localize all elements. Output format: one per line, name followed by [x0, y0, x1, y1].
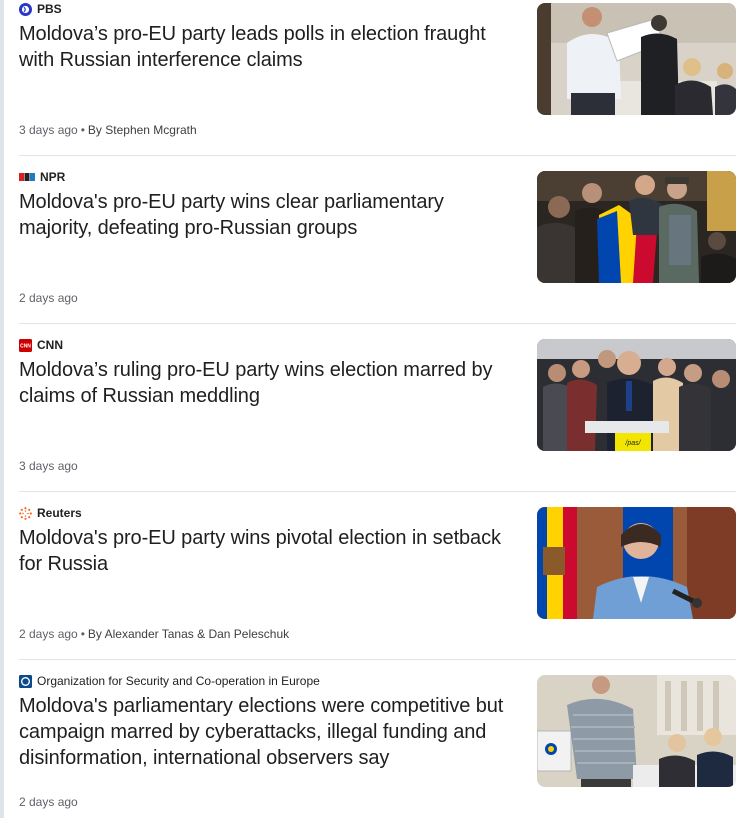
source-name[interactable]: NPR — [40, 170, 65, 184]
thumbnail-president-with-microphones-photo[interactable] — [537, 507, 736, 619]
pbs-logo-icon — [19, 2, 32, 16]
separator-dot: • — [80, 123, 85, 137]
article-meta: 3 days ago — [19, 459, 78, 473]
source-row: PBS — [19, 1, 62, 17]
article-meta: 3 days ago • By Stephen Mcgrath — [19, 123, 197, 137]
source-row: Organization for Security and Co-operati… — [19, 673, 320, 689]
timestamp: 3 days ago — [19, 459, 78, 473]
headline-link[interactable]: Moldova's pro-EU party wins clear parlia… — [19, 189, 519, 241]
npr-logo-icon — [19, 171, 35, 184]
source-name[interactable]: Reuters — [37, 506, 82, 520]
article-card-reuters[interactable]: Reuters Moldova's pro-EU party wins pivo… — [0, 492, 746, 659]
source-row: CNN CNN — [19, 337, 63, 353]
article-meta: 2 days ago — [19, 795, 78, 809]
reuters-logo-icon — [19, 506, 32, 520]
source-name[interactable]: Organization for Security and Co-operati… — [37, 674, 320, 688]
timestamp: 2 days ago — [19, 627, 78, 641]
cnn-logo-icon: CNN — [19, 338, 32, 352]
headline-link[interactable]: Moldova's pro-EU party wins pivotal elec… — [19, 525, 519, 577]
timestamp: 3 days ago — [19, 123, 78, 137]
headline-link[interactable]: Moldova’s pro-EU party leads polls in el… — [19, 21, 519, 73]
thumbnail-speaker-at-podium-photo[interactable]: /pas/ — [537, 339, 736, 451]
osce-logo-icon — [19, 674, 32, 688]
separator-dot: • — [80, 627, 85, 641]
article-card-npr[interactable]: NPR Moldova's pro-EU party wins clear pa… — [0, 156, 746, 323]
article-card-osce[interactable]: Organization for Security and Co-operati… — [0, 660, 746, 818]
source-name[interactable]: CNN — [37, 338, 63, 352]
thumbnail-vote-counting-photo[interactable] — [537, 3, 736, 115]
source-row: Reuters — [19, 505, 82, 521]
thumbnail-supporters-with-flag-photo[interactable] — [537, 171, 736, 283]
article-card-cnn[interactable]: CNN CNN Moldova’s ruling pro-EU party wi… — [0, 324, 746, 491]
timestamp: 2 days ago — [19, 795, 78, 809]
article-card-pbs[interactable]: PBS Moldova’s pro-EU party leads polls i… — [0, 0, 746, 155]
svg-text:/pas/: /pas/ — [624, 440, 641, 447]
source-row: NPR — [19, 169, 65, 185]
thumbnail-polling-station-photo[interactable] — [537, 675, 736, 787]
article-meta: 2 days ago • By Alexander Tanas & Dan Pele… — [19, 627, 289, 641]
news-feed: PBS Moldova’s pro-EU party leads polls i… — [0, 0, 746, 818]
headline-link[interactable]: Moldova's parliamentary elections were c… — [19, 693, 524, 771]
headline-link[interactable]: Moldova’s ruling pro-EU party wins elect… — [19, 357, 519, 409]
article-meta: 2 days ago — [19, 291, 78, 305]
svg-text:CNN: CNN — [20, 343, 31, 349]
source-name[interactable]: PBS — [37, 2, 62, 16]
timestamp: 2 days ago — [19, 291, 78, 305]
byline: By Alexander Tanas & Dan Peleschuk — [87, 627, 290, 641]
byline: By Stephen Mcgrath — [87, 123, 197, 137]
